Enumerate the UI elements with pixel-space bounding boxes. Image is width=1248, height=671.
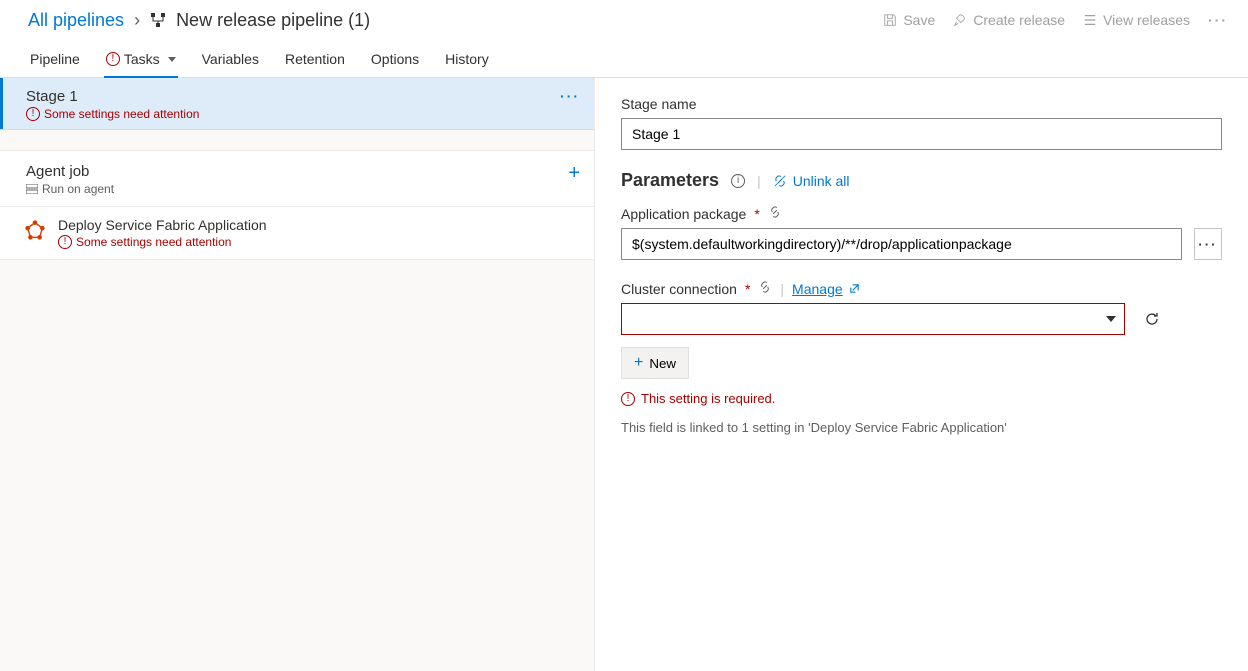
help-text: This field is linked to 1 setting in 'De…: [621, 420, 1222, 435]
link-icon[interactable]: [758, 280, 772, 297]
error-text: This setting is required.: [641, 391, 775, 406]
manage-link[interactable]: Manage: [792, 281, 860, 297]
app-package-field: Application package * ···: [621, 205, 1222, 260]
tab-pipeline-label: Pipeline: [30, 51, 80, 67]
tab-variables[interactable]: Variables: [200, 51, 261, 77]
tab-tasks[interactable]: ! Tasks: [104, 51, 178, 77]
task-name: Deploy Service Fabric Application: [58, 217, 267, 233]
task-row[interactable]: Deploy Service Fabric Application ! Some…: [0, 207, 594, 260]
error-message: ! This setting is required.: [621, 391, 1222, 406]
pipeline-icon: [150, 12, 166, 28]
tab-variables-label: Variables: [202, 51, 259, 67]
link-icon[interactable]: [768, 205, 782, 222]
agent-job-sub-text: Run on agent: [42, 182, 114, 196]
cluster-connection-label: Cluster connection * | Manage: [621, 280, 1222, 297]
tab-options-label: Options: [371, 51, 419, 67]
stage-more-icon[interactable]: ···: [560, 88, 580, 104]
more-menu-icon[interactable]: ···: [1208, 12, 1228, 28]
refresh-button[interactable]: [1137, 303, 1167, 335]
list-icon: [1083, 13, 1097, 27]
agent-job-row[interactable]: Agent job Run on agent +: [0, 150, 594, 207]
manage-label: Manage: [792, 281, 843, 297]
unlink-all-link[interactable]: Unlink all: [773, 173, 850, 189]
create-release-button[interactable]: Create release: [953, 12, 1065, 28]
refresh-icon: [1144, 311, 1160, 327]
tab-history-label: History: [445, 51, 489, 67]
tab-tasks-label: Tasks: [124, 51, 160, 67]
required-indicator: *: [745, 281, 750, 297]
agent-job-name: Agent job: [26, 163, 114, 180]
chevron-down-icon: [168, 57, 176, 62]
pipeline-name[interactable]: New release pipeline (1): [176, 10, 370, 31]
stage-name-label: Stage name: [621, 96, 1222, 112]
required-indicator: *: [754, 206, 759, 222]
tab-retention-label: Retention: [285, 51, 345, 67]
new-label: New: [649, 356, 676, 371]
stage-name: Stage 1: [26, 88, 199, 105]
service-fabric-icon: [24, 219, 46, 241]
add-task-icon[interactable]: +: [568, 163, 580, 183]
save-icon: [883, 13, 897, 27]
tabs: Pipeline ! Tasks Variables Retention Opt…: [0, 40, 1248, 78]
info-icon[interactable]: i: [731, 174, 745, 188]
stage-name-input[interactable]: [621, 118, 1222, 150]
warning-icon: !: [58, 235, 72, 249]
main: Stage 1 ! Some settings need attention ·…: [0, 78, 1248, 671]
browse-button[interactable]: ···: [1194, 228, 1222, 260]
breadcrumb: All pipelines › New release pipeline (1): [28, 10, 370, 31]
right-panel: Stage name Parameters i | Unlink all App…: [595, 78, 1248, 671]
app-package-label: Application package *: [621, 205, 1222, 222]
cluster-connection-select[interactable]: [621, 303, 1125, 335]
warning-icon: !: [106, 52, 120, 66]
agent-job-sub: Run on agent: [26, 182, 114, 196]
breadcrumb-root[interactable]: All pipelines: [28, 10, 124, 31]
header-actions: Save Create release View releases ···: [883, 12, 1228, 28]
app-package-label-text: Application package: [621, 206, 746, 222]
left-panel: Stage 1 ! Some settings need attention ·…: [0, 78, 595, 671]
tab-history[interactable]: History: [443, 51, 491, 77]
stage-name-field: Stage name: [621, 96, 1222, 150]
save-button[interactable]: Save: [883, 12, 935, 28]
warning-icon: !: [621, 392, 635, 406]
warning-icon: !: [26, 107, 40, 121]
chevron-down-icon: [1106, 316, 1116, 322]
separator: |: [780, 281, 784, 297]
cluster-connection-field: Cluster connection * | Manage: [621, 280, 1222, 435]
plus-icon: +: [634, 354, 643, 372]
app-package-input[interactable]: [621, 228, 1182, 260]
server-icon: [26, 184, 38, 194]
rocket-icon: [953, 13, 967, 27]
stage-row[interactable]: Stage 1 ! Some settings need attention ·…: [0, 78, 594, 130]
chevron-right-icon: ›: [134, 10, 140, 31]
parameters-heading: Parameters: [621, 170, 719, 191]
tab-pipeline[interactable]: Pipeline: [28, 51, 82, 77]
parameters-header: Parameters i | Unlink all: [621, 170, 1222, 191]
task-warning-text: Some settings need attention: [76, 235, 231, 249]
stage-warning: ! Some settings need attention: [26, 107, 199, 121]
header: All pipelines › New release pipeline (1)…: [0, 0, 1248, 40]
unlink-all-label: Unlink all: [793, 173, 850, 189]
stage-warning-text: Some settings need attention: [44, 107, 199, 121]
save-label: Save: [903, 12, 935, 28]
tab-retention[interactable]: Retention: [283, 51, 347, 77]
external-link-icon: [849, 283, 860, 294]
tab-options[interactable]: Options: [369, 51, 421, 77]
new-button[interactable]: + New: [621, 347, 689, 379]
view-releases-label: View releases: [1103, 12, 1190, 28]
separator: |: [757, 173, 761, 189]
unlink-icon: [773, 174, 787, 188]
view-releases-button[interactable]: View releases: [1083, 12, 1190, 28]
create-release-label: Create release: [973, 12, 1065, 28]
cluster-connection-label-text: Cluster connection: [621, 281, 737, 297]
task-warning: ! Some settings need attention: [58, 235, 267, 249]
